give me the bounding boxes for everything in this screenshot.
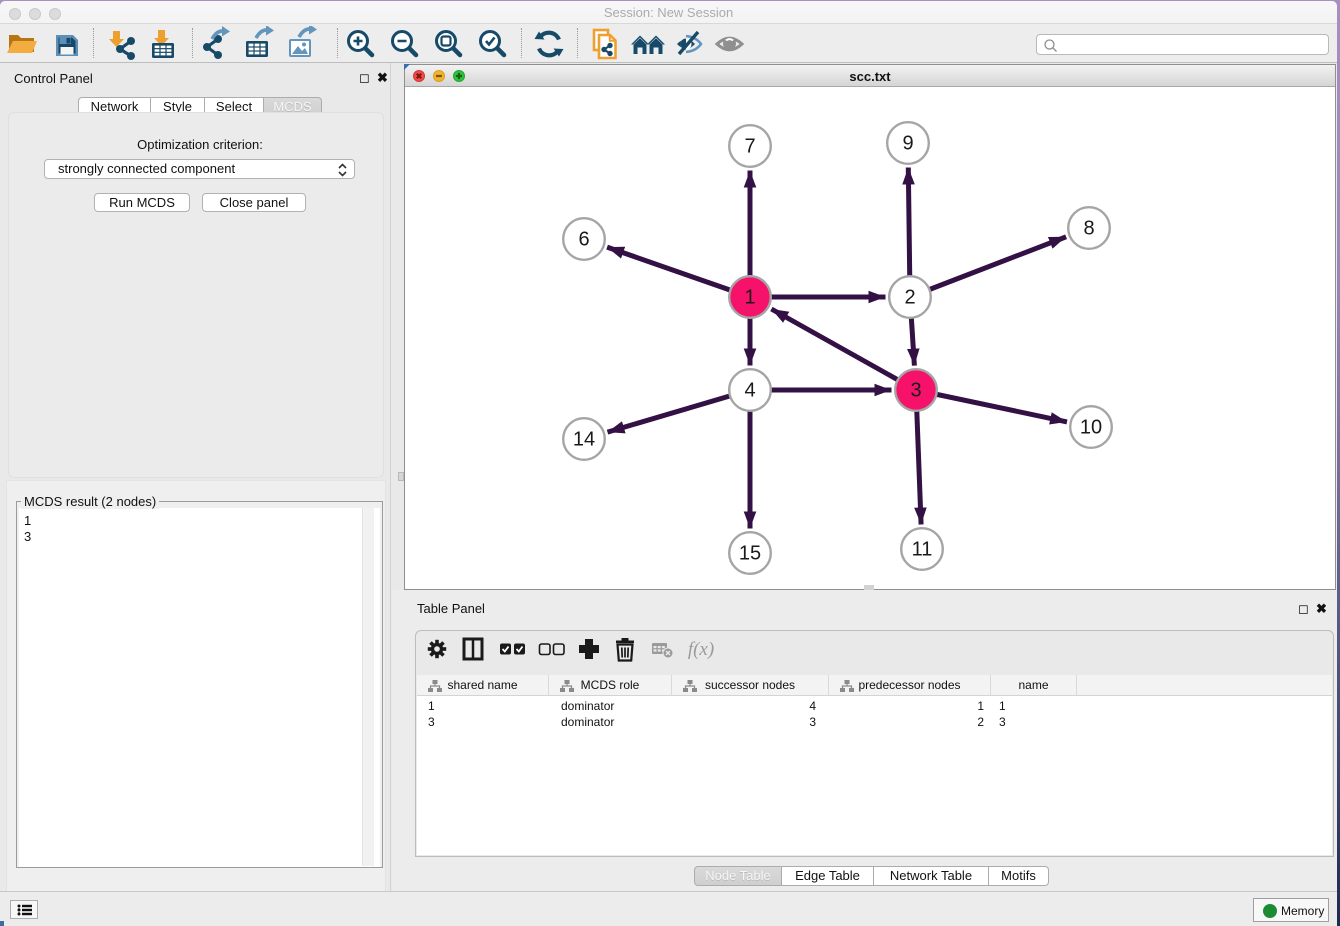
- svg-text:7: 7: [744, 136, 755, 158]
- svg-text:4: 4: [744, 380, 755, 402]
- svg-text:2: 2: [904, 287, 915, 309]
- svg-text:9: 9: [902, 133, 913, 155]
- svg-text:f(x): f(x): [688, 639, 714, 660]
- svg-text:14: 14: [573, 429, 595, 451]
- svg-text:1: 1: [744, 287, 755, 309]
- svg-text:3: 3: [910, 380, 921, 402]
- svg-text:6: 6: [578, 229, 589, 251]
- svg-text:15: 15: [739, 543, 761, 565]
- svg-text:10: 10: [1080, 417, 1102, 439]
- svg-text:11: 11: [912, 539, 933, 561]
- svg-text:8: 8: [1083, 218, 1094, 240]
